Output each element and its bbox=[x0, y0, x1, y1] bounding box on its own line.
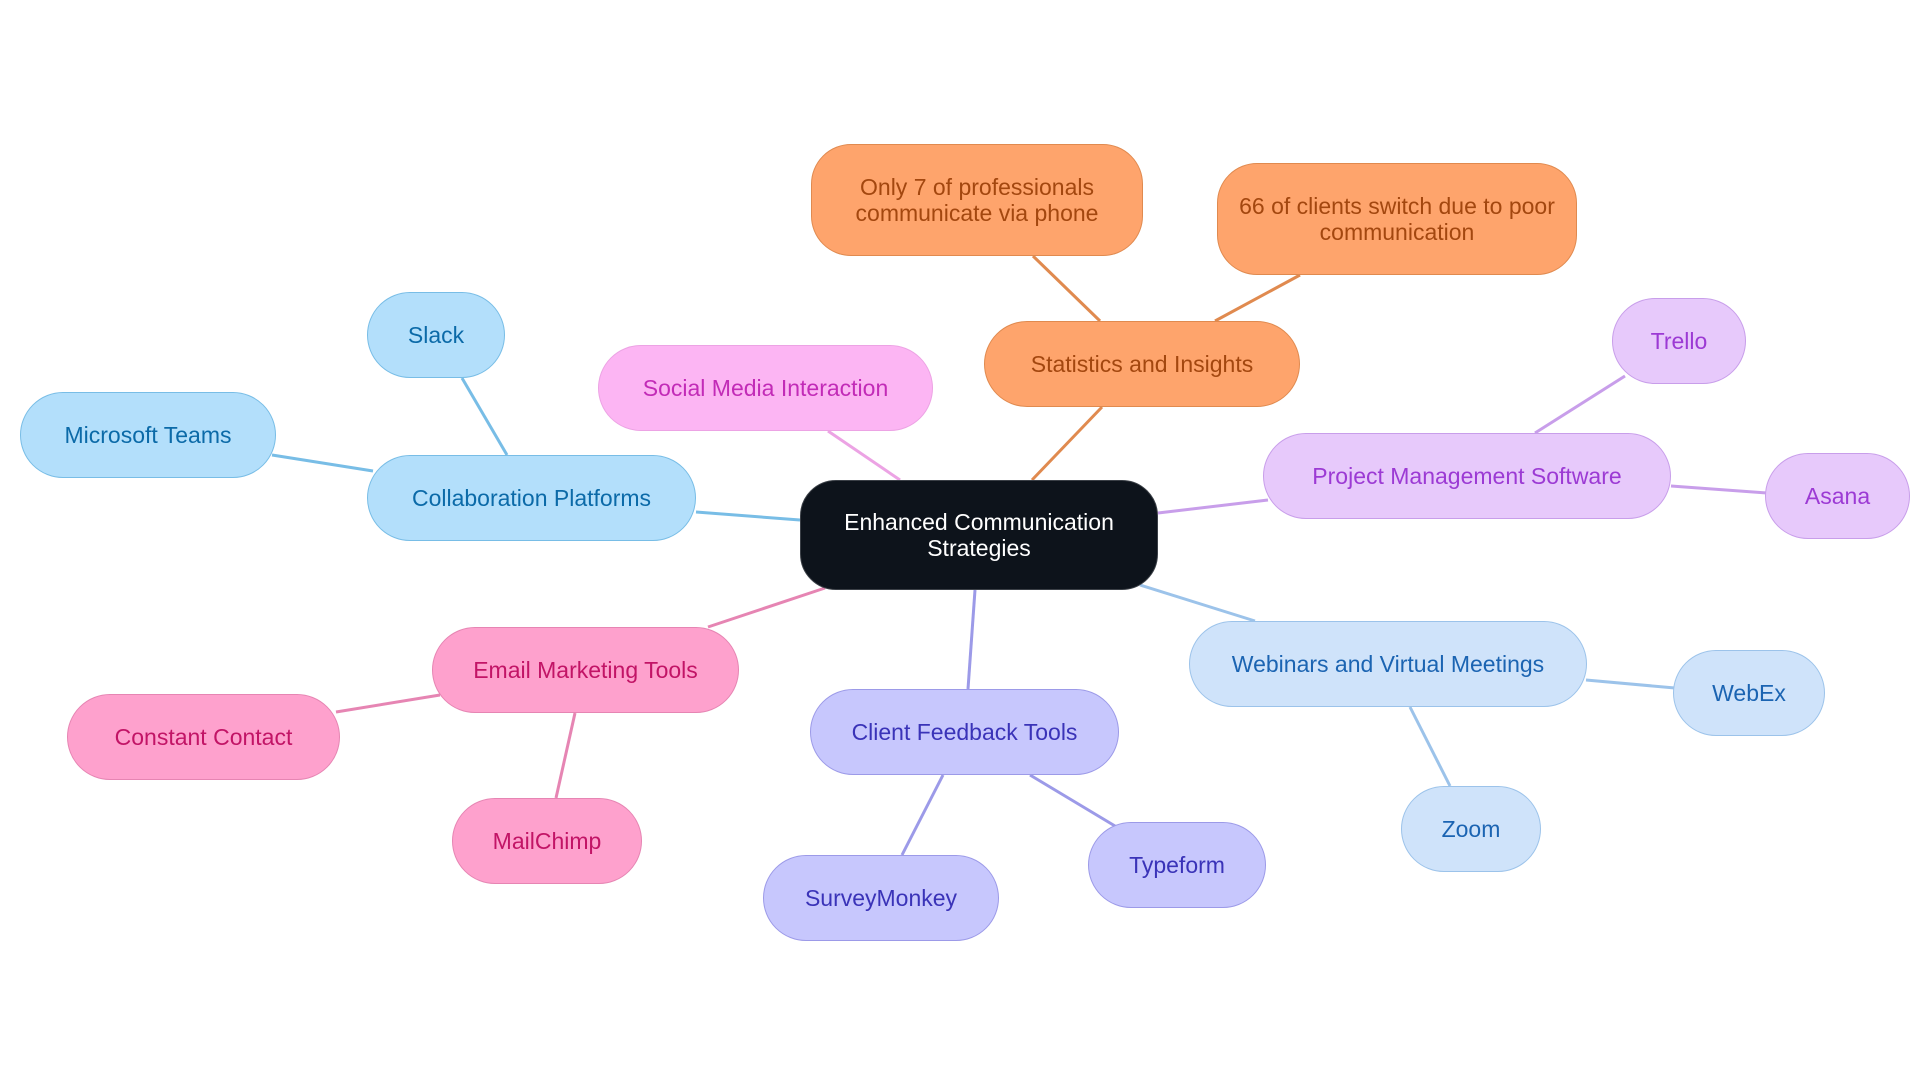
edge-mailchimp bbox=[554, 712, 577, 799]
node-label: 66 of clients switch due to poor communi… bbox=[1239, 193, 1555, 245]
node-label: WebEx bbox=[1712, 680, 1786, 706]
node-label: Project Management Software bbox=[1312, 463, 1622, 489]
branch-node-pm[interactable]: Project Management Software bbox=[1263, 433, 1671, 519]
node-label: Constant Contact bbox=[114, 724, 293, 750]
node-label: Trello bbox=[1650, 328, 1708, 354]
node-label: Collaboration Platforms bbox=[411, 485, 652, 511]
edge-surveymonkey bbox=[900, 774, 945, 856]
leaf-node-msteams[interactable]: Microsoft Teams bbox=[20, 392, 276, 478]
leaf-node-zoom[interactable]: Zoom bbox=[1401, 786, 1541, 872]
edge-social bbox=[827, 429, 901, 482]
leaf-node-webex[interactable]: WebEx bbox=[1673, 650, 1825, 736]
node-label: Microsoft Teams bbox=[64, 422, 232, 448]
branch-node-collab[interactable]: Collaboration Platforms bbox=[367, 455, 696, 541]
edge-stats bbox=[1030, 405, 1104, 482]
leaf-node-sixty6[interactable]: 66 of clients switch due to poor communi… bbox=[1217, 163, 1577, 275]
leaf-node-slack[interactable]: Slack bbox=[367, 292, 505, 378]
node-label: Slack bbox=[407, 322, 465, 348]
branch-node-social[interactable]: Social Media Interaction bbox=[598, 345, 933, 431]
leaf-node-only7[interactable]: Only 7 of professionals communicate via … bbox=[811, 144, 1143, 256]
node-label: Zoom bbox=[1441, 816, 1501, 842]
edge-zoom bbox=[1408, 706, 1452, 787]
leaf-node-surveymonkey[interactable]: SurveyMonkey bbox=[763, 855, 999, 941]
node-label: Email Marketing Tools bbox=[473, 657, 698, 683]
node-label: Only 7 of professionals communicate via … bbox=[855, 174, 1099, 226]
leaf-node-typeform[interactable]: Typeform bbox=[1088, 822, 1266, 908]
branch-node-webinar[interactable]: Webinars and Virtual Meetings bbox=[1189, 621, 1587, 707]
node-label: Statistics and Insights bbox=[1030, 351, 1254, 377]
node-label: Client Feedback Tools bbox=[851, 719, 1078, 745]
edge-collab bbox=[695, 510, 801, 522]
edge-pm bbox=[1157, 498, 1269, 515]
branch-node-feedback[interactable]: Client Feedback Tools bbox=[810, 689, 1119, 775]
leaf-node-constant[interactable]: Constant Contact bbox=[67, 694, 340, 780]
leaf-node-trello[interactable]: Trello bbox=[1612, 298, 1746, 384]
node-label: Webinars and Virtual Meetings bbox=[1231, 651, 1545, 677]
edge-email bbox=[707, 586, 826, 629]
node-label: Asana bbox=[1804, 483, 1871, 509]
node-label: SurveyMonkey bbox=[804, 885, 958, 911]
node-label: Social Media Interaction bbox=[642, 375, 889, 401]
edge-constant bbox=[335, 693, 441, 714]
leaf-node-asana[interactable]: Asana bbox=[1765, 453, 1910, 539]
branch-node-stats[interactable]: Statistics and Insights bbox=[984, 321, 1300, 407]
edge-asana bbox=[1670, 484, 1768, 495]
edge-typeform bbox=[1029, 773, 1116, 828]
edge-slack bbox=[460, 377, 509, 456]
node-label: Typeform bbox=[1129, 852, 1225, 878]
edge-webex bbox=[1585, 678, 1676, 690]
edge-msteams bbox=[271, 453, 374, 473]
edge-webinar bbox=[1139, 583, 1256, 623]
leaf-node-mailchimp[interactable]: MailChimp bbox=[452, 798, 642, 884]
edge-sixty6 bbox=[1214, 273, 1301, 323]
edge-trello bbox=[1534, 374, 1626, 435]
edge-only7 bbox=[1031, 254, 1102, 323]
node-label: Enhanced Communication Strategies bbox=[844, 509, 1114, 561]
root-node[interactable]: Enhanced Communication Strategies bbox=[800, 480, 1158, 590]
edge-feedback bbox=[966, 589, 977, 690]
branch-node-email[interactable]: Email Marketing Tools bbox=[432, 627, 739, 713]
node-label: MailChimp bbox=[492, 828, 602, 854]
